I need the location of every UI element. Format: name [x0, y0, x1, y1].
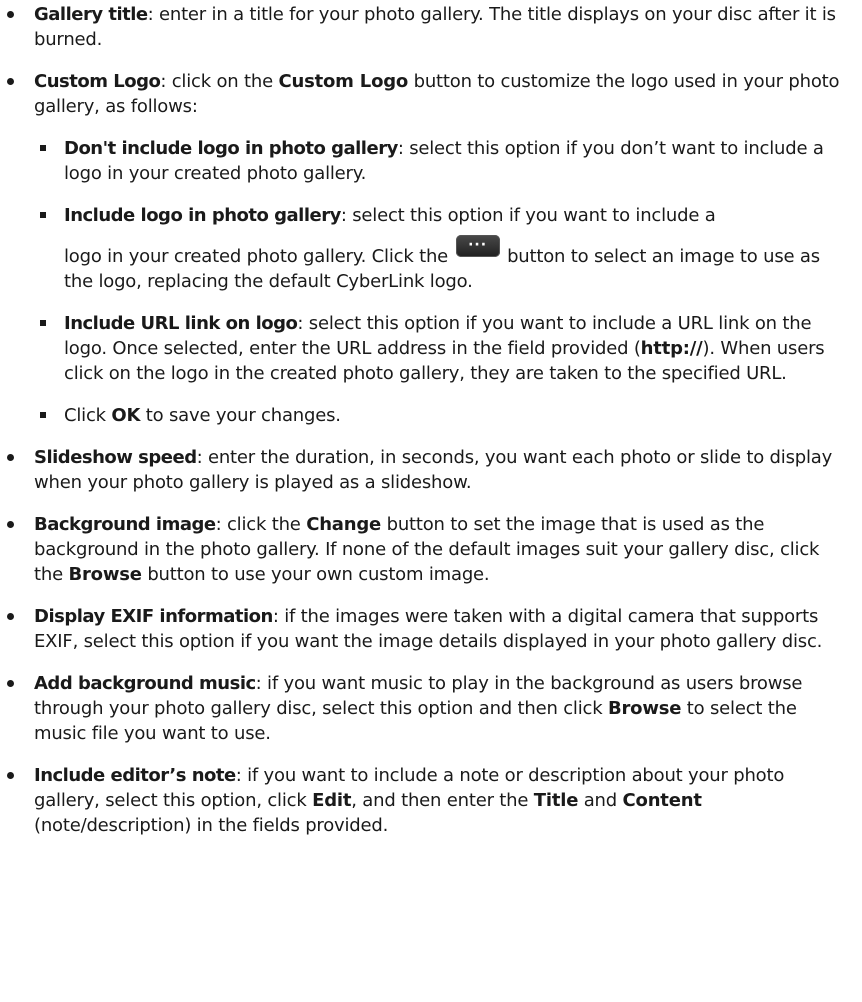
description-text: : enter in a title for your photo galler… [34, 4, 836, 50]
description-text: and [578, 790, 623, 811]
sub-item-include-url-link: Include URL link on logo: select this op… [34, 311, 842, 386]
square-bullet-icon [40, 212, 46, 218]
term-custom-logo: Custom Logo [34, 71, 161, 92]
term-display-exif: Display EXIF information [34, 606, 273, 627]
list-item-editors-note: Include editor’s note: if you want to in… [0, 763, 842, 838]
sub-item-dont-include-logo: Don't include logo in photo gallery: sel… [34, 136, 842, 186]
term-background-music: Add background music [34, 673, 256, 694]
bold-edit: Edit [312, 790, 352, 811]
browse-ellipsis-button[interactable]: ··· [455, 235, 500, 257]
square-bullet-icon [40, 412, 46, 418]
description-text: logo in your created photo gallery. Clic… [64, 246, 454, 267]
term-editors-note: Include editor’s note [34, 765, 236, 786]
description-text: : select this option if you want to incl… [340, 205, 716, 226]
term-slideshow-speed: Slideshow speed [34, 447, 197, 468]
include-logo-first-line: Include logo in photo gallery: select th… [64, 203, 842, 228]
bold-browse: Browse [607, 698, 682, 719]
bold-title: Title [533, 790, 579, 811]
sub-item-include-logo: Include logo in photo gallery: select th… [34, 203, 842, 294]
list-item-gallery-title: Gallery title: enter in a title for your… [0, 2, 842, 52]
square-bullet-icon [40, 320, 46, 326]
list-item-display-exif: Display EXIF information: if the images … [0, 604, 842, 654]
custom-logo-sublist: Don't include logo in photo gallery : sel… [34, 136, 842, 428]
bullet-dot-icon [7, 78, 14, 85]
bullet-dot-icon [7, 613, 14, 620]
square-bullet-icon [40, 145, 46, 151]
bold-content: Content [622, 790, 702, 811]
bullet-dot-icon [7, 772, 14, 779]
term-dont-include-logo: Don't include logo in photo gallery [64, 138, 398, 159]
bullet-dot-icon [7, 11, 14, 18]
document-page: Gallery title: enter in a title for your… [0, 0, 862, 1002]
ellipsis-icon: ··· [468, 237, 488, 253]
bullet-dot-icon [7, 454, 14, 461]
term-include-url-link: Include URL link on logo [64, 313, 298, 334]
option-list: Gallery title: enter in a title for your… [0, 2, 842, 838]
term-background-image: Background image [34, 514, 216, 535]
description-text: button to use your own custom image. [141, 564, 490, 585]
description-text: : click the [215, 514, 307, 535]
list-item-background-music: Add background music: if you want music … [0, 671, 842, 746]
sub-item-click-ok: Click OK to save your changes. [34, 403, 842, 428]
description-text: : click on the [160, 71, 279, 92]
bullet-dot-icon [7, 680, 14, 687]
description-text: to save your changes. [140, 405, 341, 426]
description-text: (note/description) in the fields provide… [34, 815, 389, 836]
bold-custom-logo: Custom Logo [278, 71, 409, 92]
description-text: Click [64, 405, 112, 426]
bold-change: Change [306, 514, 382, 535]
include-logo-second-line: logo in your created photo gallery. Clic… [64, 232, 842, 294]
term-include-logo: Include logo in photo gallery [64, 205, 341, 226]
list-item-custom-logo: Custom Logo: click on the Custom Logo bu… [0, 69, 842, 428]
term-gallery-title: Gallery title [34, 4, 148, 25]
bold-http: http:// [640, 338, 703, 359]
bullet-dot-icon [7, 521, 14, 528]
bold-ok: OK [111, 405, 141, 426]
bold-browse: Browse [68, 564, 142, 585]
description-text: , and then enter the [351, 790, 534, 811]
list-item-slideshow-speed: Slideshow speed: enter the duration, in … [0, 445, 842, 495]
list-item-background-image: Background image: click the Change butto… [0, 512, 842, 587]
